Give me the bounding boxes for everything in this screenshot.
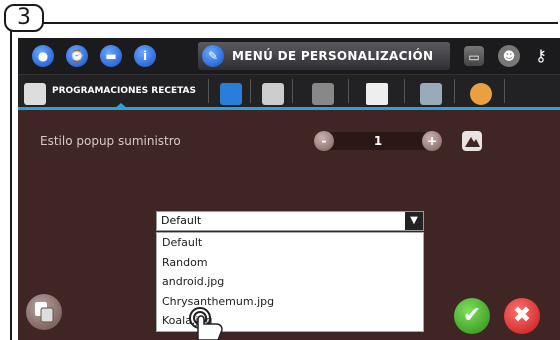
book-blue-icon (220, 83, 242, 105)
bottle-icon (420, 83, 442, 105)
option-android[interactable]: android.jpg (157, 272, 423, 292)
active-tab-indicator (114, 103, 128, 109)
tab-picture[interactable] (256, 79, 293, 105)
background-image-select[interactable]: Default ▼ (156, 211, 424, 231)
bookmark-icon[interactable]: ▬ (100, 45, 122, 67)
copy-button[interactable] (26, 294, 62, 330)
user-icon[interactable]: ☻ (498, 45, 520, 67)
step-number-badge: 3 (4, 4, 44, 32)
wrench-icon[interactable]: ⚷ (530, 45, 552, 67)
dropdown-arrow-icon[interactable]: ▼ (405, 212, 423, 230)
tab-palette[interactable] (460, 79, 505, 105)
monitor-icon[interactable]: ▭ (464, 46, 484, 66)
tab-bottle[interactable] (410, 79, 455, 105)
popup-style-stepper[interactable]: - 1 + (314, 131, 442, 151)
tab-sound[interactable] (354, 79, 405, 105)
select-value: Default (161, 214, 202, 227)
screen-icon (312, 83, 334, 105)
step-number: 3 (17, 5, 31, 30)
decrement-button[interactable]: - (314, 131, 334, 151)
tab-programaciones-recetas[interactable]: PROGRAMACIONES RECETAS (22, 79, 209, 105)
copy-icon (35, 302, 54, 323)
picture-icon (262, 83, 284, 105)
palette-icon (470, 83, 492, 105)
menu-title: MENÚ DE PERSONALIZACIÓN (232, 49, 434, 63)
device-screen: ● ⌚ ▬ i ✎ MENÚ DE PERSONALIZACIÓN ▭ ☻ ⚷ … (18, 38, 560, 340)
clock-icon[interactable]: ⌚ (66, 45, 88, 67)
water-drop-icon[interactable]: ● (32, 45, 54, 67)
stepper-value: 1 (373, 134, 383, 148)
top-menu-bar: ● ⌚ ▬ i ✎ MENÚ DE PERSONALIZACIÓN ▭ ☻ ⚷ (18, 38, 560, 75)
sub-menu-bar: PROGRAMACIONES RECETAS (18, 75, 560, 110)
setting-label: Estilo popup suministro (40, 134, 181, 148)
confirm-button[interactable]: ✔ (454, 298, 490, 334)
cancel-button[interactable]: ✖ (504, 298, 540, 334)
brush-icon: ✎ (202, 45, 224, 67)
option-random[interactable]: Random (157, 253, 423, 273)
option-default[interactable]: Default (157, 233, 423, 253)
tab-book-blue[interactable] (214, 79, 251, 105)
menu-title-tab[interactable]: ✎ MENÚ DE PERSONALIZACIÓN (198, 42, 450, 70)
info-icon[interactable]: i (134, 45, 156, 67)
increment-button[interactable]: + (422, 131, 442, 151)
touch-hand-icon (189, 307, 223, 340)
speaker-icon (366, 83, 388, 105)
preview-image-icon[interactable] (462, 131, 482, 151)
tab-screen[interactable] (302, 79, 349, 105)
close-icon: ✖ (512, 303, 532, 328)
checkmark-icon: ✔ (462, 303, 482, 328)
book-icon (24, 83, 46, 105)
tab-label: PROGRAMACIONES RECETAS (52, 86, 196, 96)
